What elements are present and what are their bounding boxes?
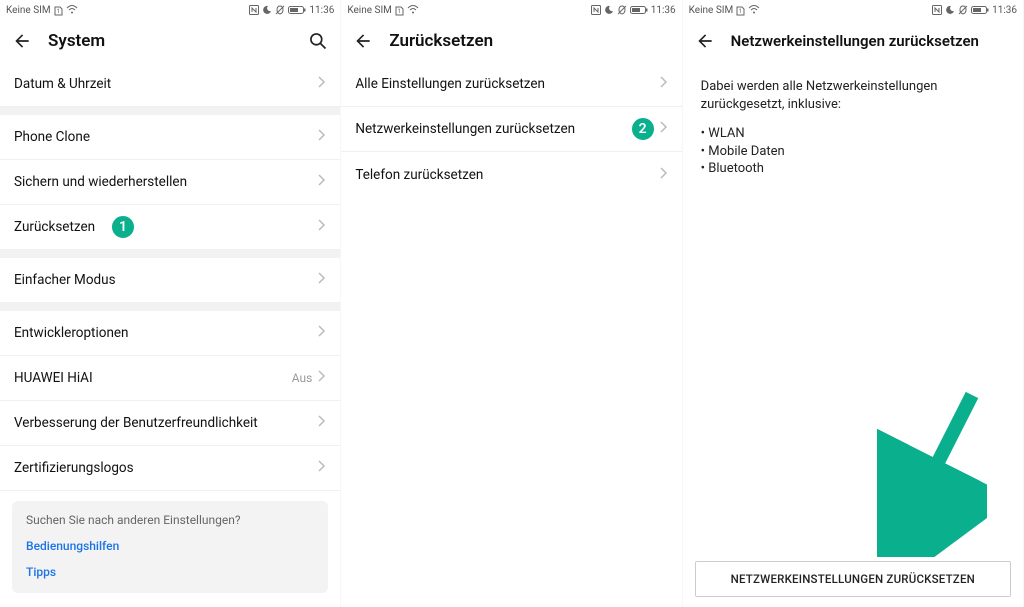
row-entwickleroptionen[interactable]: Entwickleroptionen (0, 311, 340, 356)
battery-icon (288, 5, 306, 15)
moon-icon (945, 5, 955, 15)
info-block: Dabei werden alle Netzwerkeinstellungen … (683, 62, 1023, 182)
pointer-arrow-icon (877, 387, 987, 561)
nfc-icon (932, 5, 942, 15)
row-datum-uhrzeit[interactable]: Datum & Uhrzeit (0, 62, 340, 107)
svg-text:1: 1 (739, 8, 742, 15)
chevron-right-icon (660, 76, 668, 92)
moon-icon (604, 5, 614, 15)
search-icon[interactable] (308, 31, 328, 51)
sim-status: Keine SIM (689, 5, 734, 16)
battery-icon (630, 5, 648, 15)
row-value: Aus (292, 371, 313, 385)
suggest-link-tipps[interactable]: Tipps (26, 565, 314, 579)
clock-text: 11:36 (651, 5, 676, 16)
chevron-right-icon (660, 167, 668, 183)
screen-netzwerk-reset: Keine SIM 1 11:36 Netzwerkeinstellungen … (683, 0, 1024, 607)
wifi-icon (748, 5, 760, 15)
info-desc: Dabei werden alle Netzwerkeinstellungen … (701, 78, 1005, 113)
clock-text: 11:36 (992, 5, 1017, 16)
chevron-right-icon (318, 129, 326, 145)
chevron-right-icon (660, 121, 668, 137)
header: System (0, 20, 340, 62)
status-bar: Keine SIM 1 11:36 (341, 0, 681, 20)
back-icon[interactable] (12, 31, 32, 51)
page-title: Netzwerkeinstellungen zurücksetzen (731, 32, 1011, 50)
info-bullets: WLAN Mobile Daten Bluetooth (701, 125, 1005, 178)
chevron-right-icon (318, 272, 326, 288)
clock-text: 11:36 (309, 5, 334, 16)
suggest-box: Suchen Sie nach anderen Einstellungen? B… (12, 501, 328, 593)
svg-text:1: 1 (56, 8, 59, 15)
page-title: System (48, 31, 292, 51)
sim-status: Keine SIM (347, 5, 392, 16)
chevron-right-icon (318, 415, 326, 431)
chevron-right-icon (318, 460, 326, 476)
status-bar: Keine SIM 1 11:36 (683, 0, 1023, 20)
nfc-icon (591, 5, 601, 15)
row-telefon-zuruecksetzen[interactable]: Telefon zurücksetzen (341, 152, 681, 197)
row-phone-clone[interactable]: Phone Clone (0, 115, 340, 160)
mute-icon (617, 5, 627, 15)
sim-card-icon: 1 (736, 5, 745, 16)
step-badge-1: 1 (110, 214, 136, 240)
row-alle-einstellungen[interactable]: Alle Einstellungen zurücksetzen (341, 62, 681, 107)
wifi-icon (407, 5, 419, 15)
battery-icon (971, 5, 989, 15)
header: Netzwerkeinstellungen zurücksetzen (683, 20, 1023, 62)
chevron-right-icon (318, 370, 326, 386)
sim-card-icon: 1 (54, 5, 63, 16)
chevron-right-icon (318, 174, 326, 190)
row-zertifizierungslogos[interactable]: Zertifizierungslogos (0, 446, 340, 491)
sim-status: Keine SIM (6, 5, 51, 16)
screen-zuruecksetzen: Keine SIM 1 11:36 Zurücksetzen Alle Eins… (341, 0, 682, 607)
row-sichern[interactable]: Sichern und wiederherstellen (0, 160, 340, 205)
section-divider (0, 303, 340, 311)
screen-system: Keine SIM 1 11:36 System Datum & Uhrzeit… (0, 0, 341, 607)
row-zuruecksetzen[interactable]: Zurücksetzen 1 (0, 205, 340, 250)
row-huawei-hiai[interactable]: HUAWEI HiAI Aus (0, 356, 340, 401)
status-bar: Keine SIM 1 11:36 (0, 0, 340, 20)
back-icon[interactable] (353, 31, 373, 51)
section-divider (0, 250, 340, 258)
page-title: Zurücksetzen (389, 31, 669, 51)
mute-icon (275, 5, 285, 15)
step-badge-2: 2 (630, 116, 656, 142)
row-verbesserung[interactable]: Verbesserung der Benutzerfreundlichkeit (0, 401, 340, 446)
wifi-icon (66, 5, 78, 15)
back-icon[interactable] (695, 31, 715, 51)
chevron-right-icon (318, 219, 326, 235)
nfc-icon (249, 5, 259, 15)
mute-icon (958, 5, 968, 15)
section-divider (0, 107, 340, 115)
suggest-prompt: Suchen Sie nach anderen Einstellungen? (26, 513, 314, 527)
sim-card-icon: 1 (395, 5, 404, 16)
row-einfacher-modus[interactable]: Einfacher Modus (0, 258, 340, 303)
moon-icon (262, 5, 272, 15)
header: Zurücksetzen (341, 20, 681, 62)
svg-text:1: 1 (397, 8, 400, 15)
reset-network-button[interactable]: NETZWERKEINSTELLUNGEN ZURÜCKSETZEN (695, 561, 1011, 597)
chevron-right-icon (318, 325, 326, 341)
chevron-right-icon (318, 76, 326, 92)
row-netzwerk-zuruecksetzen[interactable]: Netzwerkeinstellungen zurücksetzen 2 (341, 107, 681, 152)
suggest-link-bedienungshilfen[interactable]: Bedienungshilfen (26, 539, 314, 553)
